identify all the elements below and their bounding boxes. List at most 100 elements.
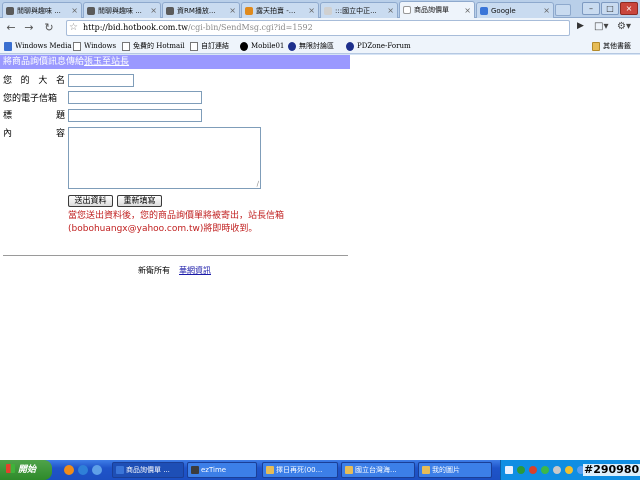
bookmark-label: 免費的 Hotmail <box>133 42 185 50</box>
submit-button[interactable]: 送出資料 <box>68 195 113 207</box>
bookmark-pdzone[interactable]: PDZone-Forum <box>346 40 411 52</box>
site-admin-link[interactable]: 張玉至站長 <box>84 57 129 67</box>
label-char: 名 <box>55 76 65 86</box>
tab-1[interactable]: 閒聊與趣味 ... × <box>83 2 161 18</box>
address-bar[interactable]: ☆ http://bid.hotbook.com.tw/cgi-bin/Send… <box>66 20 570 36</box>
tab-favicon <box>480 6 488 15</box>
start-button[interactable]: 開始 <box>0 460 52 480</box>
tab-label: 露天拍賣 -... <box>256 6 296 15</box>
bookmarks-bar: Windows Media Windows 免費的 Hotmail 自訂連結 M… <box>0 38 640 54</box>
window-close-button[interactable]: × <box>620 2 638 15</box>
new-tab-button[interactable] <box>555 4 571 16</box>
tab-label: :::國立中正... <box>335 6 377 15</box>
forward-arrow-icon: → <box>24 21 34 34</box>
go-button[interactable]: ▶ <box>577 21 584 31</box>
task-icon <box>116 466 124 474</box>
task-label: 擇日再死(00... <box>276 466 323 474</box>
bookmark-mobile01[interactable]: Mobile01 <box>240 40 284 52</box>
close-icon[interactable]: × <box>308 6 315 15</box>
tab-3[interactable]: 露天拍賣 -... × <box>241 2 319 18</box>
task-folder-1[interactable]: 擇日再死(00... <box>262 462 338 478</box>
resize-handle-icon[interactable]: ∕ <box>257 180 259 188</box>
quick-launch-browser-icon[interactable] <box>64 465 74 475</box>
close-icon[interactable]: × <box>387 6 394 15</box>
bookmark-windows-media[interactable]: Windows Media <box>4 40 72 52</box>
maximize-button[interactable]: □ <box>601 2 619 15</box>
close-icon[interactable]: × <box>543 6 550 15</box>
page-icon <box>73 41 81 51</box>
bookmark-forum[interactable]: 無限討論區 <box>288 40 334 52</box>
tab-favicon <box>87 6 95 15</box>
tab-favicon <box>245 6 253 15</box>
minimize-button[interactable]: – <box>582 2 600 15</box>
tray-security-icon[interactable] <box>529 466 537 474</box>
task-my-pictures[interactable]: 我的圖片 <box>418 462 492 478</box>
site-icon <box>346 41 354 51</box>
page-icon <box>122 41 130 51</box>
divider <box>3 255 348 256</box>
tab-strip: 閒聊與趣味 ... × 閒聊與趣味 ... × 資RM播放... × 露天拍賣 … <box>0 0 640 18</box>
reset-button[interactable]: 重新填寫 <box>117 195 162 207</box>
task-eztime[interactable]: ezTime <box>187 462 257 478</box>
task-icon <box>191 466 199 474</box>
task-label: ezTime <box>201 466 227 474</box>
tray-arrow-icon[interactable] <box>505 466 513 474</box>
email-input[interactable] <box>68 91 202 104</box>
folder-icon <box>266 466 274 474</box>
tray-messenger-icon[interactable] <box>541 466 549 474</box>
back-button[interactable]: ← <box>4 21 18 35</box>
label-char: 大 <box>38 76 48 86</box>
content-textarea[interactable]: ∕ <box>68 127 261 189</box>
quick-launch-desktop-icon[interactable] <box>92 465 102 475</box>
tab-favicon <box>166 6 174 15</box>
footer: 新衛所有 華網資訊 <box>138 265 211 276</box>
media-icon <box>4 41 12 51</box>
task-label: 國立台灣海... <box>355 466 397 474</box>
bookmark-label: Windows Media <box>15 42 72 50</box>
page-menu-icon[interactable]: □▾ <box>594 21 608 32</box>
bookmark-label: PDZone-Forum <box>357 42 411 50</box>
tray-volume-icon[interactable] <box>553 466 561 474</box>
tab-5-active[interactable]: 商品詢價單 × <box>399 1 475 18</box>
wrench-icon[interactable]: ⚙▾ <box>617 21 631 32</box>
name-input[interactable] <box>68 74 134 87</box>
other-bookmarks-folder[interactable]: 其他書籤 <box>592 40 631 52</box>
reload-button[interactable]: ↻ <box>42 21 56 35</box>
close-icon[interactable]: × <box>71 6 78 15</box>
tray-app-icon[interactable] <box>565 466 573 474</box>
bookmark-label: 其他書籤 <box>603 42 631 50</box>
tab-0[interactable]: 閒聊與趣味 ... × <box>2 2 82 18</box>
bookmark-custom-links[interactable]: 自訂連結 <box>190 40 229 52</box>
footer-link[interactable]: 華網資訊 <box>179 266 211 275</box>
bookmark-hotmail[interactable]: 免費的 Hotmail <box>122 40 185 52</box>
tab-label: 資RM播放... <box>177 6 216 15</box>
url-text: http://bid.hotbook.com.tw/cgi-bin/SendMs… <box>83 23 313 32</box>
reload-icon: ↻ <box>44 21 54 34</box>
task-browser[interactable]: 商品詢價單 ... <box>112 462 184 478</box>
tab-6[interactable]: Google × <box>476 2 554 18</box>
quick-launch-ie-icon[interactable] <box>78 465 88 475</box>
content-label: 內 容 <box>3 126 65 139</box>
bookmark-label: Windows <box>84 42 117 50</box>
bookmark-label: 無限討論區 <box>299 42 334 50</box>
close-icon[interactable]: × <box>150 6 157 15</box>
form-banner: 將商品詢價訊息傳給張玉至站長 <box>0 55 350 69</box>
tab-favicon <box>324 6 332 15</box>
label-char: 內 <box>3 129 13 139</box>
bookmark-label: 自訂連結 <box>201 42 229 50</box>
star-icon[interactable]: ☆ <box>69 21 78 35</box>
folder-icon <box>592 41 600 51</box>
label-char: 題 <box>55 111 65 121</box>
tab-2[interactable]: 資RM播放... × <box>162 2 240 18</box>
windows-taskbar: 開始 商品詢價單 ... ezTime 擇日再死(00... 國立台灣海... … <box>0 460 640 480</box>
bookmark-windows[interactable]: Windows <box>73 40 116 52</box>
close-icon[interactable]: × <box>229 6 236 15</box>
subject-input[interactable] <box>68 109 202 122</box>
tab-label: 閒聊與趣味 ... <box>98 6 142 15</box>
close-icon[interactable]: × <box>464 6 471 15</box>
forward-button[interactable]: → <box>22 21 36 35</box>
tab-4[interactable]: :::國立中正... × <box>320 2 398 18</box>
watermark: #290980 <box>583 463 640 476</box>
tray-network-icon[interactable] <box>517 466 525 474</box>
task-folder-2[interactable]: 國立台灣海... <box>341 462 415 478</box>
